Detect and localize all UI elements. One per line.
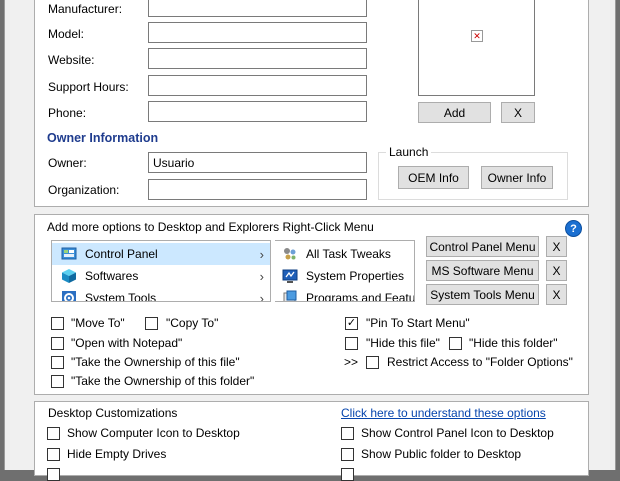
list-item-label: Softwares [85,269,139,283]
menu-subitem-panel[interactable]: All Task Tweaks System Properties Progra… [275,240,415,302]
show-computer-icon-label: Show Computer Icon to Desktop [67,426,240,440]
list-item-label: Control Panel [85,247,158,261]
help-icon-glyph: ? [570,222,577,235]
list-item-programs-and-features[interactable]: Programs and Featu [275,287,415,302]
hide-folder-checkbox[interactable] [449,337,462,350]
list-item-control-panel[interactable]: Control Panel › [52,243,270,265]
tweaker-window: Manufacturer: Model: Website: Support Ho… [4,0,616,481]
list-item-softwares[interactable]: Softwares › [52,265,270,287]
system-tools-menu-button[interactable]: System Tools Menu [426,284,539,305]
hide-empty-drives-checkbox[interactable] [47,448,60,461]
desktop-customizations-title: Desktop Customizations [48,406,178,420]
remove-logo-button[interactable]: X [501,102,535,123]
pin-to-start-label: "Pin To Start Menu" [366,316,470,330]
chevron-right-icon: › [259,291,264,302]
oem-owner-panel: Manufacturer: Model: Website: Support Ho… [34,0,589,207]
list-item-label: System Tools [85,291,157,302]
checkmark-icon: ✓ [346,317,357,329]
phone-label: Phone: [48,106,87,120]
list-item-all-task-tweaks[interactable]: All Task Tweaks [275,243,414,265]
broken-image-icon: ✕ [471,30,483,42]
ownership-folder-label: "Take the Ownership of this folder" [71,374,255,388]
context-menu-title: Add more options to Desktop and Explorer… [47,220,374,234]
show-control-panel-icon-label: Show Control Panel Icon to Desktop [361,426,554,440]
understand-options-link[interactable]: Click here to understand these options [341,406,546,420]
help-icon[interactable]: ? [565,220,582,237]
model-label: Model: [48,27,85,41]
owner-info-button[interactable]: Owner Info [481,166,553,189]
menu-category-list[interactable]: Control Panel › Softwares › System Tools… [51,240,271,302]
control-panel-menu-button[interactable]: Control Panel Menu [426,236,539,257]
hide-file-checkbox[interactable] [345,337,358,350]
support-hours-label: Support Hours: [48,80,129,94]
website-label: Website: [48,53,95,67]
copy-to-checkbox[interactable] [145,317,158,330]
website-field[interactable] [148,48,367,69]
hide-folder-label: "Hide this folder" [469,336,558,350]
open-with-notepad-checkbox[interactable] [51,337,64,350]
chevron-right-icon: › [259,247,264,262]
add-logo-button[interactable]: Add [418,102,491,123]
ownership-file-label: "Take the Ownership of this file" [71,355,240,369]
model-field[interactable] [148,22,367,43]
ms-software-menu-button[interactable]: MS Software Menu [426,260,539,281]
launch-groupbox-title: Launch [386,145,432,159]
restrict-access-prefix: >> [344,355,359,369]
show-public-folder-checkbox[interactable] [341,448,354,461]
pin-to-start-checkbox[interactable]: ✓ [345,317,358,330]
manufacturer-label: Manufacturer: [48,2,123,16]
list-item-system-properties[interactable]: System Properties [275,265,414,287]
restrict-folder-options-label: Restrict Access to "Folder Options" [387,355,573,369]
oem-info-button[interactable]: OEM Info [398,166,469,189]
system-properties-icon [282,268,298,284]
list-item-label: All Task Tweaks [306,247,391,261]
context-menu-panel: Add more options to Desktop and Explorer… [34,214,589,395]
owner-information-title: Owner Information [47,131,159,145]
desktop-customizations-panel: Desktop Customizations Click here to und… [34,401,589,481]
control-panel-icon [61,246,77,262]
system-tools-gear-icon [61,290,77,301]
list-item-label: System Properties [306,269,405,283]
hide-file-label: "Hide this file" [366,336,440,350]
oem-logo-preview[interactable]: ✕ [418,0,535,96]
remove-system-tools-menu-button[interactable]: X [546,284,567,305]
manufacturer-field[interactable] [148,0,367,17]
programs-and-features-icon [282,290,298,301]
owner-field[interactable] [148,152,367,173]
open-with-notepad-label: "Open with Notepad" [71,336,183,350]
list-item-system-tools[interactable]: System Tools › [52,287,270,302]
chevron-right-icon: › [259,269,264,284]
remove-ms-software-menu-button[interactable]: X [546,260,567,281]
ownership-folder-checkbox[interactable] [51,375,64,388]
remove-control-panel-menu-button[interactable]: X [546,236,567,257]
copy-to-label: "Copy To" [166,316,219,330]
restrict-folder-options-checkbox[interactable] [366,356,379,369]
organization-field[interactable] [148,179,367,200]
show-control-panel-icon-checkbox[interactable] [341,427,354,440]
move-to-label: "Move To" [71,316,125,330]
owner-label: Owner: [48,156,87,170]
ownership-file-checkbox[interactable] [51,356,64,369]
organization-label: Organization: [48,183,120,197]
move-to-checkbox[interactable] [51,317,64,330]
all-task-tweaks-icon [282,246,298,262]
show-computer-icon-checkbox[interactable] [47,427,60,440]
show-public-folder-label: Show Public folder to Desktop [361,447,522,461]
list-item-label: Programs and Featu [306,291,415,302]
software-cube-icon [61,268,77,284]
support-hours-field[interactable] [148,75,367,96]
phone-field[interactable] [148,101,367,122]
hide-empty-drives-label: Hide Empty Drives [67,447,167,461]
